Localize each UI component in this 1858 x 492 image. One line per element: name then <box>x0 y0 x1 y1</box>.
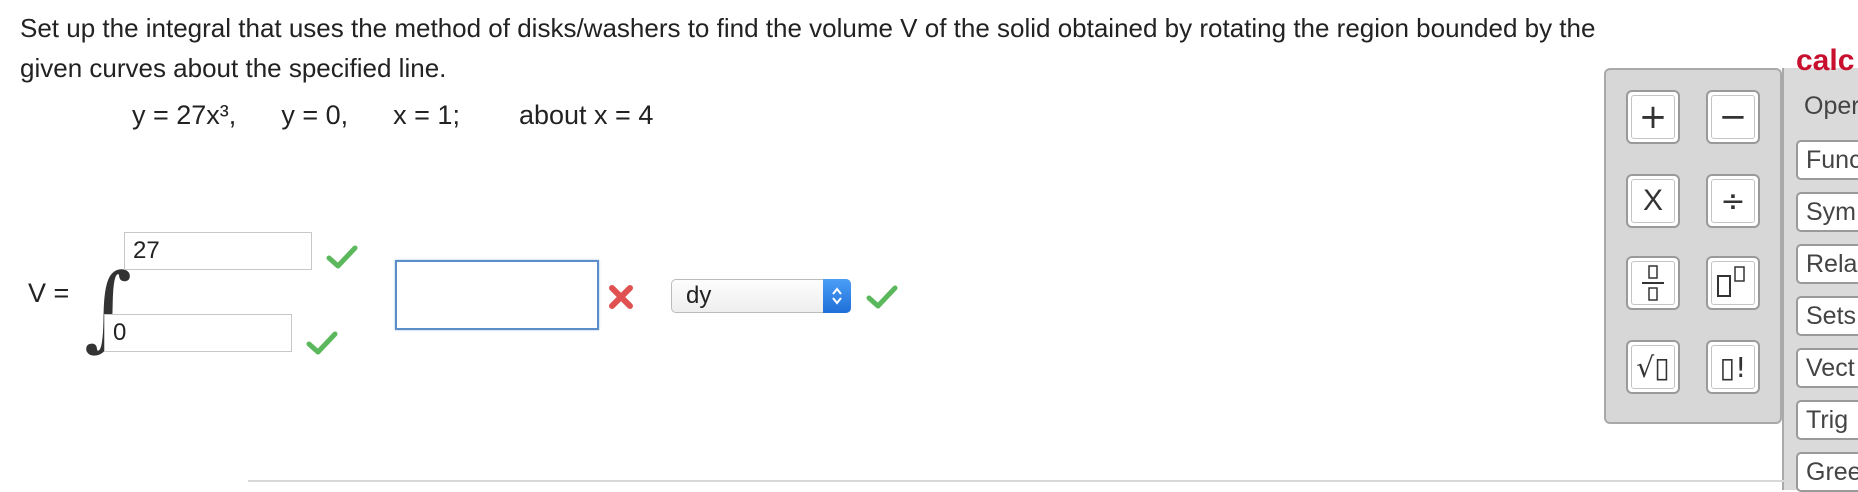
question-line-1: Set up the integral that uses the method… <box>20 13 1596 43</box>
minus-key[interactable]: − <box>1706 90 1760 144</box>
cross-icon <box>609 285 633 309</box>
check-icon <box>326 245 358 269</box>
times-key[interactable]: X <box>1626 174 1680 228</box>
check-icon <box>866 285 898 309</box>
fraction-icon <box>1642 265 1664 301</box>
rotation-axis: about x = 4 <box>518 100 654 130</box>
given-curves: y = 27x³, y = 0, x = 1; about x = 4 <box>132 100 653 131</box>
integrand-input[interactable] <box>395 260 599 330</box>
variable-select[interactable]: dy <box>671 279 851 313</box>
category-sets[interactable]: Sets <box>1796 296 1858 336</box>
sqrt-key[interactable]: √▯ <box>1626 340 1680 394</box>
exponent-icon <box>1717 266 1745 297</box>
variable-select-value: dy <box>686 282 712 309</box>
times-icon: X <box>1642 184 1663 217</box>
divider <box>248 480 1788 482</box>
calculator-title: calc <box>1796 44 1855 77</box>
category-operations[interactable]: Oper <box>1796 88 1858 128</box>
fraction-key[interactable] <box>1626 256 1680 310</box>
minus-icon: − <box>1718 97 1748 137</box>
select-arrows-icon <box>823 279 851 313</box>
question-text: Set up the integral that uses the method… <box>20 8 1840 88</box>
curve-1: y = 27x³, <box>132 100 237 130</box>
lower-limit-input[interactable]: 0 <box>104 314 292 352</box>
question-line-2: given curves about the specified line. <box>20 53 447 83</box>
category-functions[interactable]: Func <box>1796 140 1858 180</box>
factorial-icon: ▯! <box>1719 350 1747 384</box>
category-relations[interactable]: Rela <box>1796 244 1858 284</box>
volume-label: V = <box>28 278 70 308</box>
plus-icon: + <box>1638 97 1668 137</box>
plus-key[interactable]: + <box>1626 90 1680 144</box>
divide-icon: ÷ <box>1720 183 1746 219</box>
factorial-key[interactable]: ▯! <box>1706 340 1760 394</box>
divide-key[interactable]: ÷ <box>1706 174 1760 228</box>
curve-2: y = 0, <box>281 100 349 130</box>
category-vectors[interactable]: Vect <box>1796 348 1858 388</box>
exponent-key[interactable] <box>1706 256 1760 310</box>
sqrt-icon: √▯ <box>1636 350 1670 384</box>
category-symbols[interactable]: Sym <box>1796 192 1858 232</box>
curve-3: x = 1; <box>393 100 460 130</box>
check-icon <box>306 331 338 355</box>
category-greek[interactable]: Gree <box>1796 452 1858 492</box>
upper-limit-input[interactable]: 27 <box>124 232 312 270</box>
category-trig[interactable]: Trig <box>1796 400 1858 440</box>
